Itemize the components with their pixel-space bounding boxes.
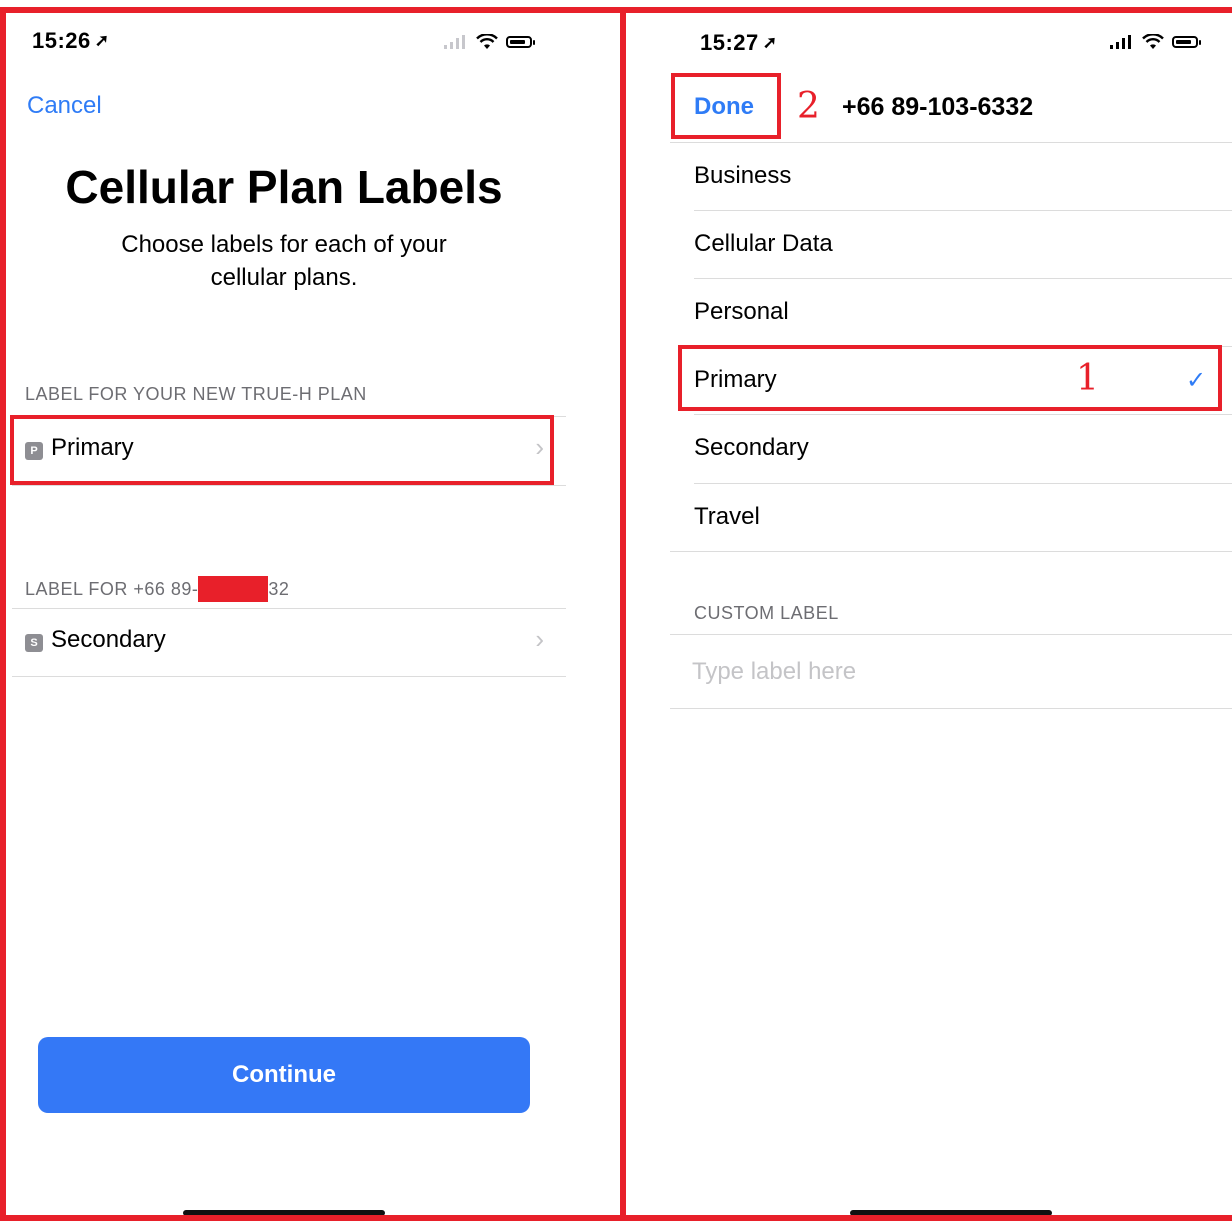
right-screen: 15:27 ➚ Done 2 +66 89-103-6332 Business … (626, 0, 1232, 1221)
divider (670, 708, 1232, 709)
cancel-button[interactable]: Cancel (27, 92, 102, 120)
label-option-secondary[interactable]: Secondary (694, 434, 809, 462)
plan-row-secondary[interactable]: S Secondary › (25, 624, 550, 660)
custom-label-header: CUSTOM LABEL (694, 603, 839, 623)
annotation-marker-1: 1 (1076, 358, 1099, 399)
checkmark-icon: ✓ (1186, 367, 1207, 394)
wifi-icon (476, 34, 498, 49)
left-screen: 15:26 ➚ Cancel Cellular Plan Labels Choo… (0, 0, 620, 1221)
wifi-icon (1142, 34, 1164, 49)
divider (694, 278, 1232, 279)
custom-label-input[interactable] (692, 654, 1212, 690)
section-header-existing-plan: LABEL FOR +66 89- 32 (25, 576, 289, 602)
status-bar: 15:27 ➚ (700, 30, 777, 56)
divider (670, 142, 1232, 143)
status-time: 15:26 (32, 28, 91, 53)
home-indicator (850, 1210, 1052, 1216)
continue-button[interactable]: Continue (38, 1037, 530, 1113)
label-option-personal[interactable]: Personal (694, 298, 789, 326)
label-option-travel[interactable]: Travel (694, 503, 760, 531)
chevron-right-icon: › (535, 432, 544, 462)
status-icons (1110, 34, 1201, 50)
battery-icon (1172, 36, 1201, 48)
page-title: Cellular Plan Labels (65, 161, 503, 213)
plan-badge-secondary: S (25, 633, 43, 652)
divider (12, 416, 566, 417)
plan-label-primary: Primary (51, 434, 134, 461)
phone-number-title: +66 89-103-6332 (842, 93, 1034, 121)
divider (694, 414, 1232, 415)
home-indicator (183, 1210, 385, 1216)
location-arrow-icon: ➚ (762, 33, 778, 52)
divider (694, 346, 1232, 347)
plan-row-primary[interactable]: P Primary › (25, 432, 550, 468)
plan-label-secondary: Secondary (51, 626, 166, 653)
section-header-new-plan: LABEL FOR YOUR NEW TRUE-H PLAN (25, 384, 367, 404)
status-time: 15:27 (700, 30, 759, 55)
status-bar: 15:26 ➚ (32, 28, 109, 54)
subtitle-line-2: cellular plans. (210, 264, 358, 291)
subtitle-line-1: Choose labels for each of your (121, 231, 447, 258)
label-option-primary[interactable]: Primary (694, 366, 777, 394)
continue-button-label: Continue (232, 1061, 336, 1088)
section-header-prefix: LABEL FOR +66 89- (25, 578, 199, 599)
annotation-marker-2: 2 (797, 86, 820, 127)
battery-icon (506, 36, 535, 48)
location-arrow-icon: ➚ (94, 31, 110, 50)
label-option-cellular-data[interactable]: Cellular Data (694, 230, 833, 258)
divider (12, 485, 566, 486)
done-button[interactable]: Done (694, 93, 754, 121)
section-header-suffix: 32 (268, 578, 290, 599)
divider (12, 608, 566, 609)
status-icons (444, 34, 535, 50)
redaction-block (198, 576, 269, 602)
signal-icon (1110, 35, 1131, 49)
divider (670, 551, 1232, 552)
divider (670, 634, 1232, 635)
divider (694, 483, 1232, 484)
divider (694, 210, 1232, 211)
divider (12, 676, 566, 677)
label-option-business[interactable]: Business (694, 162, 791, 190)
plan-badge-primary: P (25, 441, 43, 460)
signal-icon (444, 35, 465, 49)
chevron-right-icon: › (535, 624, 544, 654)
